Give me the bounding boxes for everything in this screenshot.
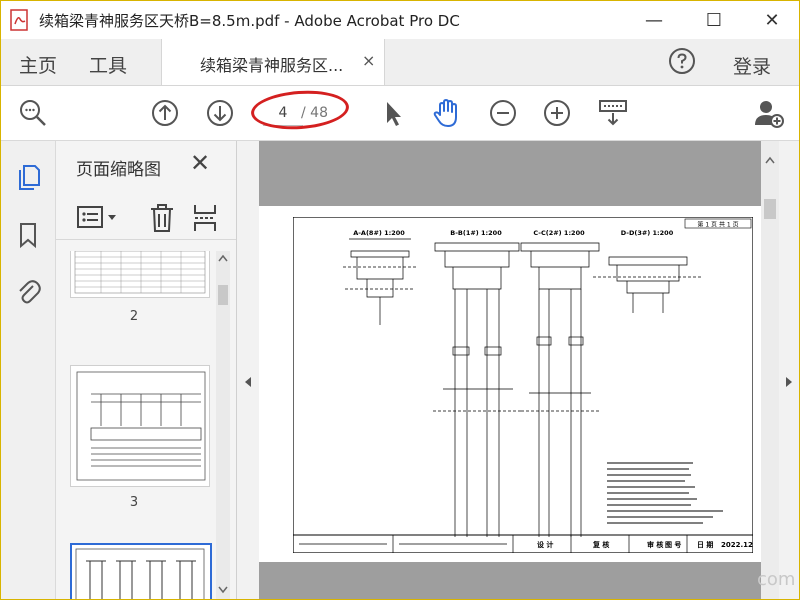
engineering-drawing: 第 1 页 共 1 页 A-A(8#) 1:200 B-B(1#) 1:200 …: [293, 217, 753, 553]
date-value: 2022.12: [721, 541, 753, 549]
right-panel-collapse-handle[interactable]: [779, 141, 799, 599]
document-tab-close-button[interactable]: ×: [362, 51, 375, 70]
thumbnails-scrollbar[interactable]: [216, 251, 230, 599]
tab-document[interactable]: 续箱梁青神服务区... ×: [161, 39, 385, 85]
title-bar: 续箱梁青神服务区天桥B=8.5m.pdf - Adobe Acrobat Pro…: [1, 1, 799, 39]
tab-tools[interactable]: 工具: [89, 51, 127, 78]
toolbar: 4 / 48: [1, 86, 799, 141]
drawing-number-label: 图 号: [665, 540, 681, 549]
collapse-left-arrow-icon[interactable]: [242, 375, 254, 389]
page-thumbnails-icon[interactable]: [15, 163, 41, 191]
date-label: 日 期: [697, 540, 713, 549]
left-panel-collapse-handle[interactable]: [237, 141, 259, 599]
red-annotation-circle: [249, 87, 351, 133]
keyboard-scroll-icon[interactable]: [597, 97, 629, 129]
page-layout-icon[interactable]: [192, 203, 218, 233]
bookmarks-icon[interactable]: [15, 221, 41, 249]
zoom-out-icon[interactable]: [487, 97, 519, 129]
section-cc-drawing: [520, 242, 601, 537]
thumbnail-page-2-label: 2: [129, 309, 139, 324]
thumbnail-options-icon[interactable]: [76, 205, 120, 231]
tab-bar: 主页 工具 续箱梁青神服务区... × 登录: [1, 39, 799, 86]
thumbnails-toolbar: [56, 195, 236, 240]
section-title-bb: B-B(1#) 1:200: [450, 229, 502, 237]
sheet-page-label: 第 1 页 共 1 页: [697, 221, 738, 229]
scroll-down-arrow-icon[interactable]: [217, 585, 229, 595]
doc-scroll-up-arrow-icon[interactable]: [764, 155, 776, 165]
checker-column-label: 复 核: [592, 540, 609, 549]
maximize-button[interactable]: ☐: [685, 1, 743, 39]
notes-block: [607, 462, 723, 524]
select-tool-icon[interactable]: [377, 97, 409, 129]
thumbnail-page-4[interactable]: [70, 543, 212, 599]
zoom-in-icon[interactable]: [541, 97, 573, 129]
designer-column-label: 设 计: [537, 540, 553, 549]
attachments-icon[interactable]: [15, 277, 41, 305]
thumbnail-page-3-image: [76, 371, 206, 481]
acrobat-window: 续箱梁青神服务区天桥B=8.5m.pdf - Adobe Acrobat Pro…: [0, 0, 800, 600]
tab-home[interactable]: 主页: [19, 51, 57, 78]
minimize-button[interactable]: —: [625, 1, 683, 39]
scroll-up-arrow-icon[interactable]: [217, 253, 229, 263]
section-title-aa: A-A(8#) 1:200: [353, 229, 405, 237]
next-page-icon[interactable]: [204, 97, 236, 129]
previous-page-icon[interactable]: [149, 97, 181, 129]
thumbnails-panel-title: 页面缩略图: [76, 160, 161, 180]
thumbnails-list: 2 3: [56, 251, 216, 599]
document-tab-label: 续箱梁青神服务区...: [200, 56, 344, 75]
document-scrollbar[interactable]: [761, 141, 779, 599]
section-aa-drawing: [343, 238, 417, 325]
section-bb-drawing: [433, 242, 521, 537]
thumbnail-page-2[interactable]: [70, 251, 210, 298]
close-window-button[interactable]: ✕: [743, 1, 799, 39]
navigation-rail: [1, 141, 56, 599]
pdf-app-icon: [10, 9, 28, 31]
thumbnail-page-3[interactable]: [70, 365, 210, 487]
add-user-icon[interactable]: [753, 97, 785, 129]
delete-page-icon[interactable]: [148, 203, 176, 233]
thumbnail-page-4-image: [75, 548, 205, 599]
login-button[interactable]: 登录: [733, 52, 771, 79]
help-icon[interactable]: [668, 47, 696, 75]
collapse-right-arrow-icon[interactable]: [783, 375, 795, 389]
document-scroll-thumb[interactable]: [764, 199, 776, 219]
thumbnail-page-2-image: [74, 251, 206, 294]
thumbnails-close-button[interactable]: ✕: [190, 149, 210, 177]
title-block: 设 计 复 核 审 核 图 号 日 期 2022.12: [293, 534, 753, 553]
thumbnail-page-3-label: 3: [129, 495, 139, 510]
reviewer-column-label: 审 核: [647, 540, 663, 549]
section-title-cc: C-C(2#) 1:200: [533, 229, 585, 237]
hand-tool-icon[interactable]: [431, 97, 463, 129]
thumbnails-panel: 页面缩略图 ✕ 2 3: [56, 141, 237, 599]
window-title: 续箱梁青神服务区天桥B=8.5m.pdf - Adobe Acrobat Pro…: [39, 12, 460, 30]
search-icon[interactable]: [17, 97, 49, 129]
section-dd-drawing: [593, 256, 701, 313]
watermark-text: com: [757, 569, 796, 590]
thumbnails-scroll-thumb[interactable]: [218, 285, 228, 305]
section-title-dd: D-D(3#) 1:200: [621, 229, 674, 237]
